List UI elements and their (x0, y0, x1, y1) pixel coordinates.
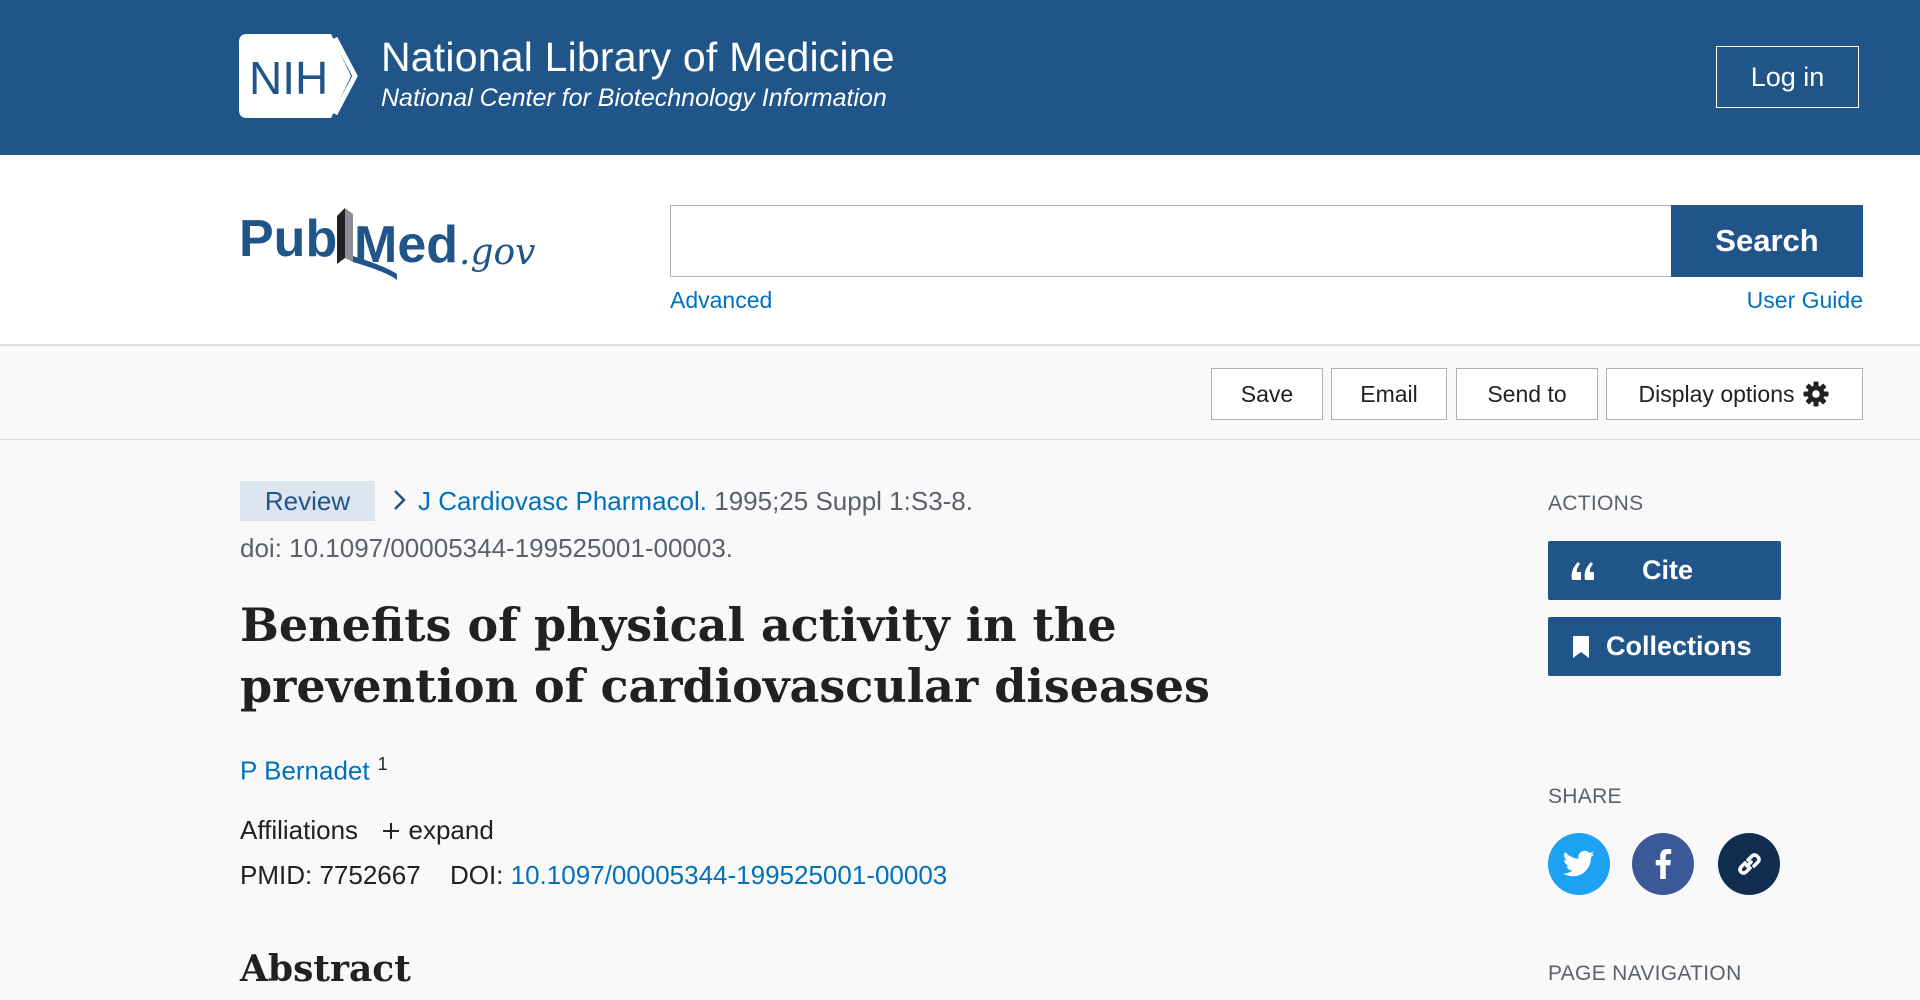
affiliations-label: Affiliations (240, 815, 359, 845)
abstract-heading: Abstract (240, 948, 411, 990)
affiliations: Affiliations expand (240, 815, 494, 846)
send-to-button[interactable]: Send to (1456, 368, 1598, 420)
facebook-share-button[interactable] (1632, 833, 1694, 895)
citation-details: 1995;25 Suppl 1:S3-8. (714, 486, 973, 516)
nih-header: NIH National Library of Medicine Nationa… (0, 0, 1920, 155)
nih-title: National Library of Medicine (381, 34, 895, 80)
pmid-label: PMID: (240, 860, 313, 890)
user-guide-link[interactable]: User Guide (1747, 287, 1863, 314)
search-input[interactable] (670, 205, 1672, 277)
email-button[interactable]: Email (1331, 368, 1447, 420)
facebook-icon (1654, 849, 1672, 879)
article-type-badge: Review (240, 481, 375, 521)
cite-label: Cite (1642, 555, 1694, 585)
twitter-icon (1563, 850, 1595, 878)
doi-line: doi: 10.1097/00005344-199525001-00003. (240, 533, 734, 563)
collections-label: Collections (1606, 631, 1752, 661)
nih-logo[interactable]: NIH (239, 34, 365, 118)
expand-label: expand (408, 815, 494, 845)
display-options-button[interactable]: Display options (1606, 368, 1863, 420)
share-label: SHARE (1548, 785, 1622, 808)
nih-subtitle: National Center for Biotechnology Inform… (381, 84, 887, 112)
quote-icon (1570, 560, 1642, 582)
author-list: P Bernadet 1 (240, 754, 388, 787)
search-section: Pub Med .gov Search Advanced User Guide (0, 155, 1920, 346)
display-options-label: Display options (1638, 380, 1795, 407)
collections-button[interactable]: Collections (1548, 617, 1781, 676)
svg-text:Pub: Pub (239, 210, 337, 268)
article-ids: PMID: 7752667 DOI: 10.1097/00005344-1995… (240, 860, 947, 891)
doi-label: DOI: (449, 860, 504, 890)
journal-citation: J Cardiovasc Pharmacol. 1995;25 Suppl 1:… (418, 486, 973, 517)
author-link[interactable]: P Bernadet (240, 756, 370, 786)
bookmark-icon (1572, 635, 1606, 659)
save-button[interactable]: Save (1211, 368, 1323, 420)
svg-text:.gov: .gov (459, 232, 536, 273)
pmid-value: 7752667 (319, 860, 421, 890)
search-button[interactable]: Search (1671, 205, 1863, 277)
journal-link[interactable]: J Cardiovasc Pharmacol. (418, 486, 707, 516)
pubmed-logo[interactable]: Pub Med .gov (237, 194, 542, 284)
plus-icon (381, 815, 408, 845)
svg-text:NIH: NIH (249, 52, 328, 104)
article-toolbar: Save Email Send to Display options (0, 346, 1920, 440)
chevron-right-icon (392, 488, 408, 517)
twitter-share-button[interactable] (1548, 833, 1610, 895)
doi-link[interactable]: 10.1097/00005344-199525001-00003 (511, 860, 948, 890)
link-icon (1733, 848, 1765, 880)
page-navigation-label: PAGE NAVIGATION (1548, 962, 1742, 985)
advanced-search-link[interactable]: Advanced (670, 287, 772, 314)
login-button[interactable]: Log in (1716, 46, 1859, 108)
affiliations-expand-toggle[interactable]: expand (381, 815, 494, 845)
actions-label: ACTIONS (1548, 492, 1644, 515)
affiliation-ref[interactable]: 1 (378, 754, 388, 774)
cite-button[interactable]: Cite (1548, 541, 1781, 600)
gear-icon (1802, 380, 1830, 408)
article-title: Benefits of physical activity in the pre… (240, 598, 1210, 713)
permalink-share-button[interactable] (1718, 833, 1780, 895)
